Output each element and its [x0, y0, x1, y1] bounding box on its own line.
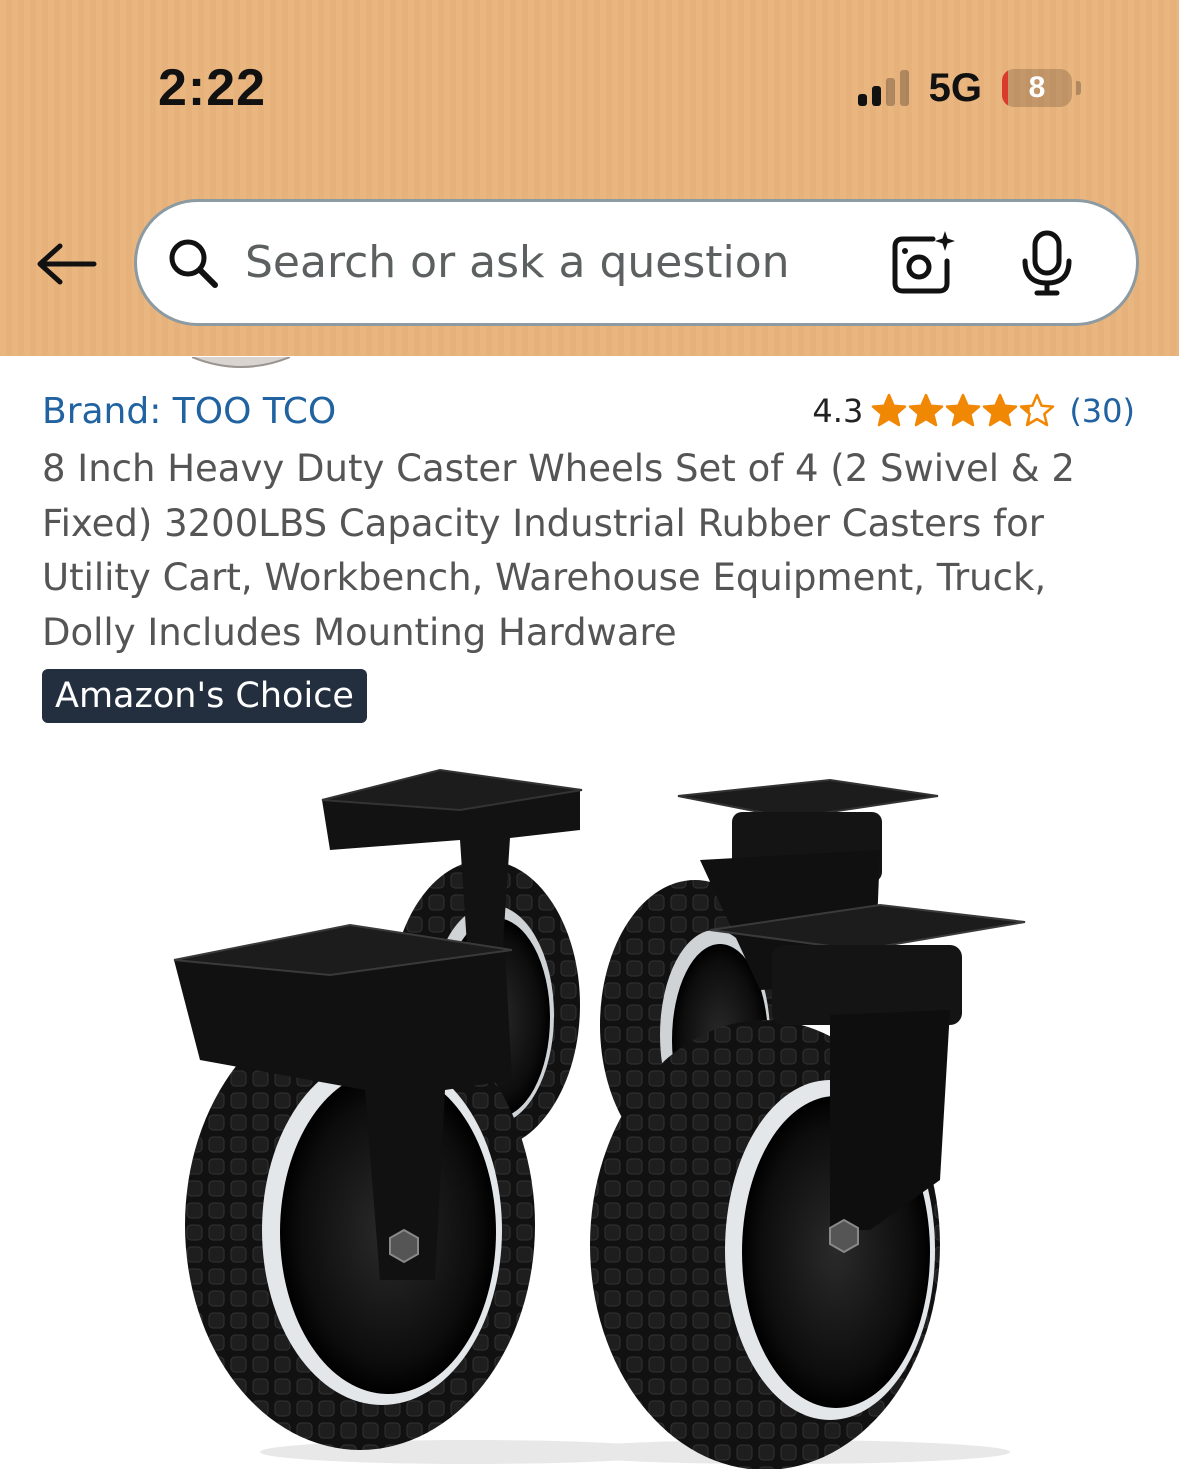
product-image[interactable]	[140, 760, 1060, 1469]
status-time: 2:22	[158, 59, 267, 117]
battery-level: 8	[1028, 71, 1046, 104]
star-full-icon	[946, 393, 981, 427]
camera-lens-icon[interactable]	[889, 229, 957, 297]
previous-image-edge	[192, 356, 290, 368]
star-partial-icon	[1020, 393, 1055, 427]
microphone-icon[interactable]	[1017, 229, 1077, 297]
fixed-caster-front	[173, 923, 535, 1450]
battery-fill	[1002, 69, 1008, 107]
product-title: 8 Inch Heavy Duty Caster Wheels Set of 4…	[42, 447, 1075, 654]
star-full-icon	[872, 393, 907, 427]
app-header: 2:22 5G 8	[0, 0, 1179, 356]
cellular-signal-icon	[857, 70, 909, 106]
battery-nub	[1076, 81, 1081, 95]
status-indicators: 5G 8	[857, 65, 1081, 110]
network-type: 5G	[928, 65, 982, 110]
search-icon	[169, 239, 218, 288]
star-full-icon	[909, 393, 944, 427]
brand-link[interactable]: Brand: TOO TCO	[42, 391, 336, 432]
rating-value: 4.3	[812, 392, 864, 430]
battery-icon: 8	[1002, 69, 1072, 107]
rating-count[interactable]: (30)	[1069, 392, 1135, 430]
star-rating	[871, 393, 1055, 429]
amazons-choice-badge[interactable]: Amazon's Choice	[42, 669, 367, 723]
star-full-icon	[983, 393, 1018, 427]
back-arrow-icon	[37, 243, 97, 285]
search-input[interactable]	[243, 236, 877, 289]
rating-summary[interactable]: 4.3 (30)	[812, 392, 1135, 430]
back-button[interactable]	[28, 232, 104, 296]
search-bar[interactable]	[134, 199, 1139, 326]
